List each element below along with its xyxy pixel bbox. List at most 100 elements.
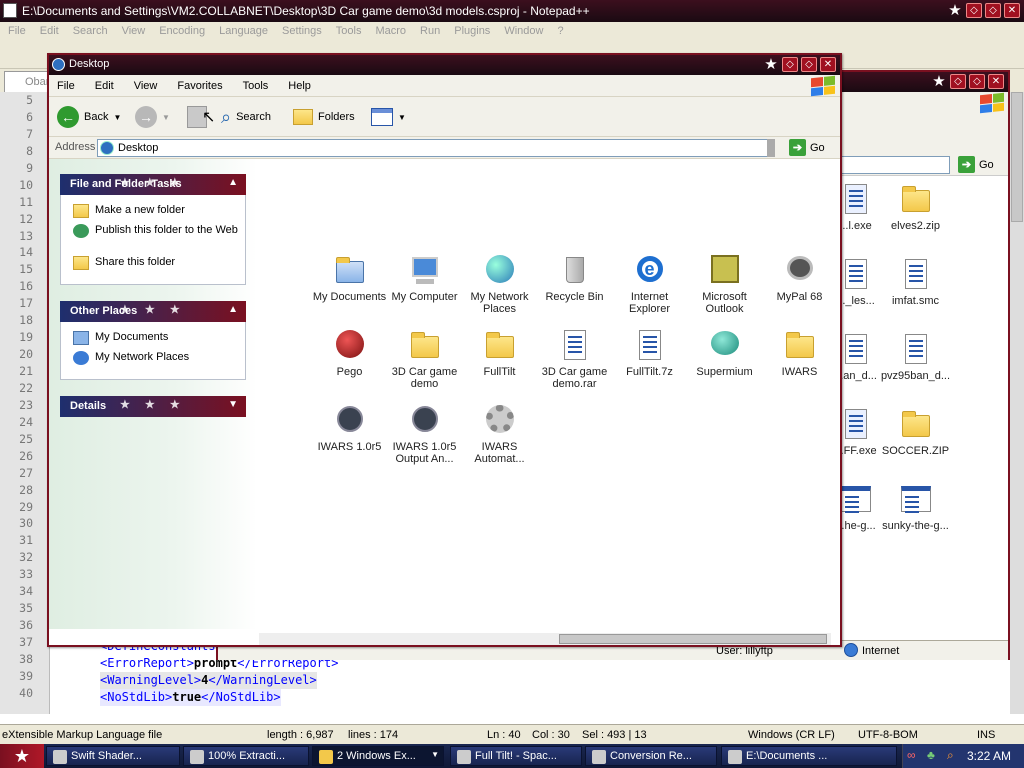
collapse-chevron-icon[interactable]: ▲ <box>228 304 238 315</box>
taskbar-item[interactable]: Conversion Re... <box>585 746 717 766</box>
editor-vertical-scrollbar[interactable] <box>1010 92 1024 714</box>
maximize-button[interactable]: ◇ <box>985 3 1001 18</box>
line-number: 19 <box>19 330 33 345</box>
menu-view[interactable]: View <box>134 80 158 92</box>
desktop-item[interactable]: Supermium <box>687 328 762 378</box>
desktop-item[interactable]: 3D Car game demo <box>387 328 462 390</box>
minimize-button[interactable]: ◇ <box>966 3 982 18</box>
close-button[interactable]: ✕ <box>988 74 1004 89</box>
notepad-title-bar[interactable]: E:\Documents and Settings\VM2.COLLABNET\… <box>0 0 1024 22</box>
desktop-item[interactable]: My Computer <box>387 253 462 303</box>
menu-favorites[interactable]: Favorites <box>177 80 222 92</box>
forward-button[interactable]: → ▼ <box>135 105 170 129</box>
close-button[interactable]: ✕ <box>820 57 836 72</box>
menu-plugins[interactable]: Plugins <box>454 25 490 37</box>
file-item[interactable]: pvz95ban_d... <box>878 332 953 382</box>
minimize-button[interactable]: ◇ <box>950 74 966 89</box>
task-make-new-folder[interactable]: Make a new folder <box>73 204 238 218</box>
menu-settings[interactable]: Settings <box>282 25 322 37</box>
line-number: 35 <box>19 601 33 616</box>
taskbar-item[interactable]: Swift Shader... <box>46 746 180 766</box>
folders-button[interactable]: Folders <box>293 105 355 129</box>
xml-close-tag: </WarningLevel> <box>208 673 317 687</box>
menu-macro[interactable]: Macro <box>375 25 406 37</box>
menu-tools[interactable]: Tools <box>243 80 269 92</box>
desktop-item[interactable]: Microsoft Outlook <box>687 253 762 315</box>
taskbar-item-label: Conversion Re... <box>610 750 692 762</box>
file-folder-tasks-header[interactable]: File and Folder Tasks ★ ★ ★ ▲ <box>60 174 246 195</box>
file-item[interactable]: sunky-the-g... <box>878 482 953 532</box>
up-folder-button[interactable]: ↖ <box>187 105 215 129</box>
clock[interactable]: 3:22 AM <box>967 749 1011 763</box>
xml-close-tag: </NoStdLib> <box>201 690 281 704</box>
desktop-item[interactable]: e Internet Explorer <box>612 253 687 315</box>
taskbar-item[interactable]: 100% Extracti... <box>183 746 309 766</box>
taskbar-item[interactable]: Full Tilt! - Spac... <box>450 746 582 766</box>
menu-view[interactable]: View <box>122 25 146 37</box>
line-number: 14 <box>19 245 33 260</box>
collapse-chevron-icon[interactable]: ▲ <box>228 177 238 188</box>
explorer2-go-button[interactable]: ➔ Go <box>958 156 994 173</box>
item-label: My Documents <box>312 291 387 303</box>
file-item[interactable]: imfat.smc <box>878 257 953 307</box>
desktop-item[interactable]: MyPal 68 <box>762 253 837 303</box>
address-dropdown-button[interactable] <box>767 139 775 157</box>
close-button[interactable]: ✕ <box>1004 3 1020 18</box>
other-places-header[interactable]: Other Places ★ ★ ★ ▲ <box>60 301 246 322</box>
file-label: imfat.smc <box>891 295 940 307</box>
desktop-item[interactable]: IWARS 1.0r5 <box>312 403 387 453</box>
search-button[interactable]: ⌕ Search <box>221 105 271 129</box>
scrollbar-thumb[interactable] <box>1011 92 1023 222</box>
task-share-folder[interactable]: Share this folder <box>73 256 238 270</box>
chevron-down-icon: ▼ <box>162 112 170 122</box>
place-my-network-places[interactable]: My Network Places <box>73 351 238 365</box>
taskbar-item-active[interactable]: 2 Windows Ex... ▼ <box>312 746 444 766</box>
menu-file[interactable]: File <box>57 80 75 92</box>
maximize-button[interactable]: ◇ <box>969 74 985 89</box>
tray-app-icon[interactable]: ∞ <box>907 748 916 762</box>
menu-encoding[interactable]: Encoding <box>159 25 205 37</box>
file-item[interactable]: elves2.zip <box>878 182 953 232</box>
horizontal-scrollbar[interactable] <box>259 633 831 645</box>
notepad-status-bar: eXtensible Markup Language file length :… <box>0 724 1024 744</box>
desktop-item[interactable]: IWARS 1.0r5 Output An... <box>387 403 462 465</box>
menu-tools[interactable]: Tools <box>336 25 362 37</box>
menu-language[interactable]: Language <box>219 25 268 37</box>
desktop-item[interactable]: IWARS <box>762 328 837 378</box>
menu-edit[interactable]: Edit <box>95 80 114 92</box>
menu-file[interactable]: File <box>8 25 26 37</box>
task-publish-to-web[interactable]: Publish this folder to the Web <box>73 224 238 238</box>
desktop-item[interactable]: IWARS Automat... <box>462 403 537 465</box>
search-icon[interactable]: ⌕ <box>947 748 954 763</box>
views-button[interactable]: ▼ <box>371 105 406 129</box>
minimize-button[interactable]: ◇ <box>782 57 798 72</box>
window-title-bar[interactable]: Desktop ★ ◇ ◇ ✕ <box>49 55 840 75</box>
desktop-item[interactable]: My Documents <box>312 253 387 303</box>
details-header[interactable]: Details ★ ★ ★ ▼ <box>60 396 246 417</box>
menu-window[interactable]: Window <box>504 25 543 37</box>
desktop-item[interactable]: My Network Places <box>462 253 537 315</box>
back-button[interactable]: ← Back ▼ <box>57 105 121 129</box>
desktop-explorer-window[interactable]: Desktop ★ ◇ ◇ ✕ File Edit View Favorites… <box>47 53 842 647</box>
scrollbar-thumb[interactable] <box>559 634 827 644</box>
go-button[interactable]: ➔ Go <box>789 139 825 156</box>
file-item[interactable]: SOCCER.ZIP <box>878 407 953 457</box>
menu-edit[interactable]: Edit <box>40 25 59 37</box>
desktop-item[interactable]: Recycle Bin <box>537 253 612 303</box>
maximize-button[interactable]: ◇ <box>801 57 817 72</box>
menu-help[interactable]: Help <box>288 80 311 92</box>
menu-help[interactable]: ? <box>557 25 563 37</box>
desktop-item[interactable]: 3D Car game demo.rar <box>537 328 612 390</box>
address-field[interactable]: Desktop <box>97 139 775 157</box>
task-label: Make a new folder <box>95 204 185 216</box>
start-button[interactable]: ★ <box>0 744 44 768</box>
expand-chevron-icon[interactable]: ▼ <box>228 399 238 410</box>
tray-network-icon[interactable]: ♣ <box>927 748 935 762</box>
desktop-item[interactable]: FullTilt.7z <box>612 328 687 378</box>
desktop-item[interactable]: FullTilt <box>462 328 537 378</box>
taskbar-item[interactable]: E:\Documents ... <box>721 746 897 766</box>
menu-search[interactable]: Search <box>73 25 108 37</box>
place-my-documents[interactable]: My Documents <box>73 331 238 345</box>
desktop-item[interactable]: Pego <box>312 328 387 378</box>
menu-run[interactable]: Run <box>420 25 440 37</box>
